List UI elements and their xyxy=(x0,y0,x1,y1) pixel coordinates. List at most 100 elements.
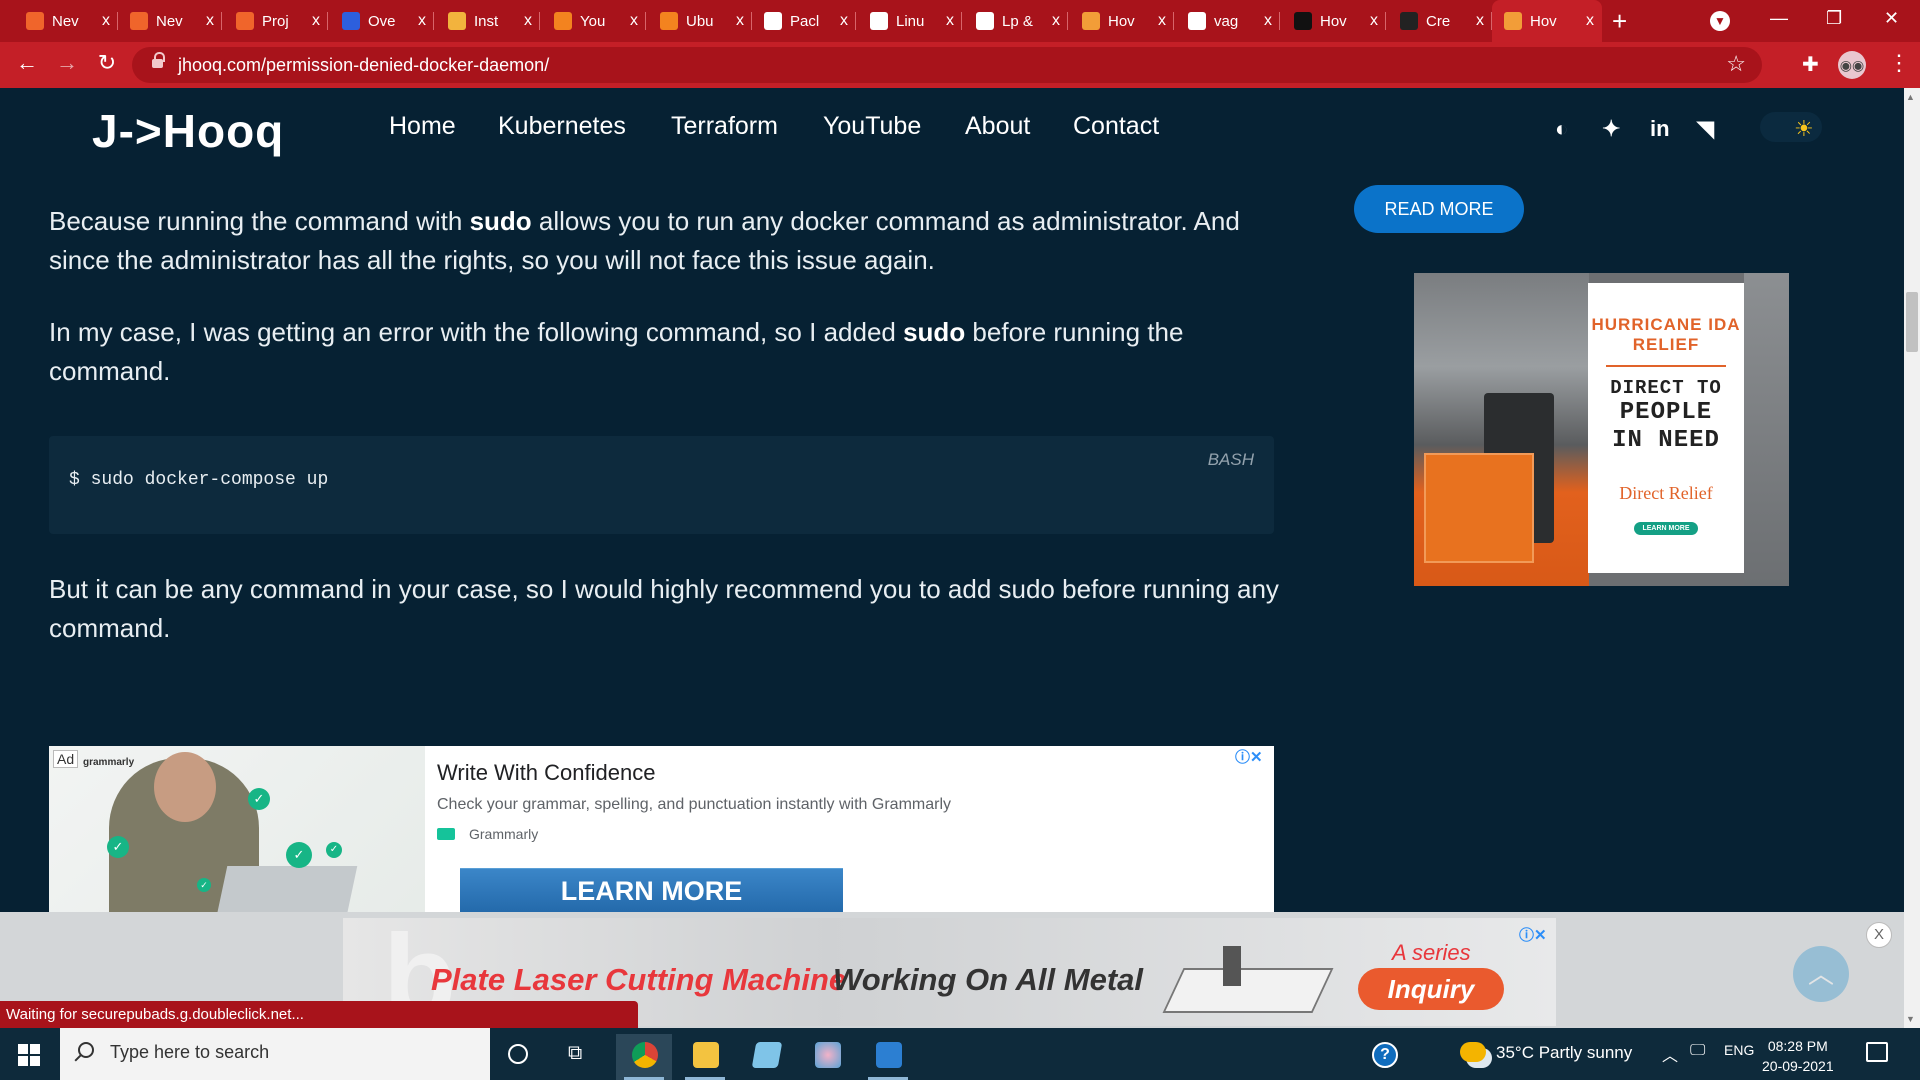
read-more-button[interactable]: READ MORE xyxy=(1354,185,1524,233)
tab-close-icon[interactable]: x xyxy=(840,12,848,30)
nav-about[interactable]: About xyxy=(965,112,1030,141)
language-indicator[interactable]: ENG xyxy=(1724,1042,1754,1058)
browser-tab[interactable]: Ove x xyxy=(330,6,434,36)
restore-icon[interactable]: ❐ xyxy=(1826,8,1842,29)
extensions-icon[interactable]: ✚ xyxy=(1802,52,1819,77)
machine-gantry-shape xyxy=(1223,946,1241,986)
help-icon[interactable]: ? xyxy=(1372,1042,1398,1068)
tab-close-icon[interactable]: x xyxy=(946,12,954,30)
scrollbar-track[interactable] xyxy=(1904,88,1920,1028)
scroll-up-icon[interactable]: ▲ xyxy=(1906,92,1915,102)
taskbar: Type here to search ⧉ ? 35°C Partly sunn… xyxy=(0,1028,1920,1080)
reload-icon[interactable]: ↻ xyxy=(92,50,122,76)
status-bubble: Waiting for securepubads.g.doubleclick.n… xyxy=(0,1001,638,1028)
browser-tab[interactable]: Nev x xyxy=(118,6,222,36)
new-tab-button[interactable]: + xyxy=(1612,6,1627,36)
theme-toggle[interactable]: ☀ xyxy=(1760,112,1822,142)
file-explorer-taskbar-icon[interactable] xyxy=(677,1034,733,1080)
scroll-down-icon[interactable]: ▼ xyxy=(1906,1014,1915,1024)
tab-close-icon[interactable]: x xyxy=(102,12,110,30)
tab-close-icon[interactable]: x xyxy=(1052,12,1060,30)
nav-contact[interactable]: Contact xyxy=(1073,112,1159,141)
forward-icon[interactable]: → xyxy=(52,50,82,76)
tab-close-icon[interactable]: x xyxy=(1370,12,1378,30)
p2-bold: sudo xyxy=(903,317,966,347)
photos-taskbar-icon[interactable] xyxy=(860,1034,916,1080)
paint-taskbar-icon[interactable] xyxy=(799,1034,855,1080)
ad-headline[interactable]: Write With Confidence xyxy=(437,760,655,786)
browser-tab[interactable]: Pacl x xyxy=(752,6,856,36)
browser-tab[interactable]: vag x xyxy=(1176,6,1280,36)
task-view-icon[interactable]: ⧉ xyxy=(568,1042,582,1065)
tab-search-icon[interactable]: ▼ xyxy=(1710,11,1730,31)
nav-terraform[interactable]: Terraform xyxy=(671,112,778,141)
tab-close-icon[interactable]: x xyxy=(206,12,214,30)
tab-title: Hov xyxy=(1530,12,1557,30)
learn-more-button[interactable]: LEARN MORE xyxy=(460,868,843,918)
rss-icon[interactable]: ◥ xyxy=(1697,116,1714,142)
browser-tab[interactable]: Hov x xyxy=(1282,6,1386,36)
tab-close-icon[interactable]: x xyxy=(630,12,638,30)
browser-tab[interactable]: Ubu x xyxy=(648,6,752,36)
browser-tab[interactable]: Hov x xyxy=(1492,0,1602,42)
ad-learn-more-button[interactable]: LEARN MORE xyxy=(1634,522,1698,535)
site-logo[interactable]: J->Hooq xyxy=(92,104,284,158)
nav-kubernetes[interactable]: Kubernetes xyxy=(498,112,626,141)
windows-start-icon[interactable] xyxy=(18,1044,40,1066)
close-window-icon[interactable]: ✕ xyxy=(1884,8,1899,29)
weather-widget[interactable]: 35°C Partly sunny xyxy=(1460,1042,1632,1063)
taskbar-search[interactable]: Type here to search xyxy=(60,1028,490,1080)
p1-bold: sudo xyxy=(469,206,532,236)
search-placeholder[interactable]: Type here to search xyxy=(110,1042,269,1063)
close-ad-button[interactable]: X xyxy=(1866,922,1892,948)
code-block[interactable]: $ sudo docker-compose up BASH xyxy=(49,436,1274,534)
cortana-icon[interactable] xyxy=(508,1044,528,1064)
clock[interactable]: 08:28 PM 20-09-2021 xyxy=(1762,1036,1834,1076)
chevron-up-icon[interactable]: ︿ xyxy=(1662,1042,1678,1066)
tab-close-icon[interactable]: x xyxy=(1476,12,1484,30)
browser-tab[interactable]: Lp & x xyxy=(964,6,1068,36)
adchoices-icon[interactable]: ⓘ✕ xyxy=(1519,924,1547,945)
tab-close-icon[interactable]: x xyxy=(736,12,744,30)
notepad-taskbar-icon[interactable] xyxy=(738,1034,794,1080)
browser-tab[interactable]: Cre x xyxy=(1388,6,1492,36)
tab-close-icon[interactable]: x xyxy=(1158,12,1166,30)
browser-tab[interactable]: Linu x xyxy=(858,6,962,36)
nav-youtube[interactable]: YouTube xyxy=(823,112,921,141)
hex-icon xyxy=(1400,12,1418,30)
browser-tab[interactable]: Nev x xyxy=(14,6,118,36)
browser-tab[interactable]: You x xyxy=(542,6,646,36)
scrollbar-thumb[interactable] xyxy=(1906,292,1918,352)
profile-avatar[interactable]: ◉◉ xyxy=(1838,51,1866,79)
twitter-icon[interactable]: ✦ xyxy=(1602,116,1620,142)
hurricane-relief-ad[interactable]: HURRICANE IDA RELIEF DIRECT TO PEOPLE IN… xyxy=(1414,273,1789,586)
nav-home[interactable]: Home xyxy=(389,112,456,141)
tab-close-icon[interactable]: x xyxy=(524,12,532,30)
network-icon[interactable]: 🖵 xyxy=(1690,1042,1705,1060)
github-icon[interactable]: ◐ xyxy=(1555,116,1568,142)
code-text[interactable]: $ sudo docker-compose up xyxy=(69,470,328,490)
tab-close-icon[interactable]: x xyxy=(1264,12,1272,30)
tab-close-icon[interactable]: x xyxy=(1586,12,1594,30)
gitlab-icon xyxy=(26,12,44,30)
browser-tab[interactable]: Inst x xyxy=(436,6,540,36)
browser-tab[interactable]: Hov x xyxy=(1070,6,1174,36)
tab-title: Ubu xyxy=(686,12,714,30)
back-icon[interactable]: ← xyxy=(12,50,42,76)
address-bar[interactable]: jhooq.com/permission-denied-docker-daemo… xyxy=(132,47,1762,83)
tab-close-icon[interactable]: x xyxy=(418,12,426,30)
linkedin-icon[interactable]: in xyxy=(1650,116,1670,142)
chrome-menu-icon[interactable]: ⋮ xyxy=(1888,50,1910,76)
notifications-icon[interactable] xyxy=(1866,1042,1888,1062)
ad-body: Check your grammar, spelling, and punctu… xyxy=(437,796,951,813)
browser-tab[interactable]: Proj x xyxy=(224,6,328,36)
minimize-icon[interactable]: — xyxy=(1770,8,1788,29)
lock-icon[interactable] xyxy=(152,52,165,70)
inquiry-button[interactable]: Inquiry xyxy=(1358,968,1504,1010)
scroll-to-top-button[interactable]: ︿ xyxy=(1793,946,1849,1002)
adchoices-icon[interactable]: ⓘ✕ xyxy=(1235,746,1263,767)
tab-close-icon[interactable]: x xyxy=(312,12,320,30)
bookmark-star-icon[interactable]: ☆ xyxy=(1726,51,1746,77)
url-text[interactable]: jhooq.com/permission-denied-docker-daemo… xyxy=(178,55,549,76)
chrome-taskbar-icon[interactable] xyxy=(616,1034,672,1080)
